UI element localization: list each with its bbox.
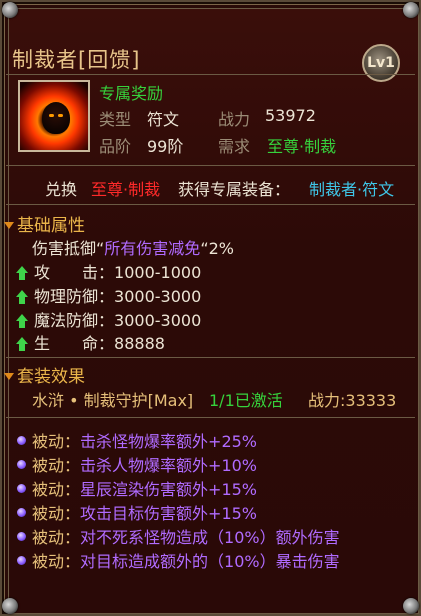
passive-tag: 被动： [32,432,81,451]
passive-tag: 被动： [32,504,81,523]
eye-icon [49,114,54,117]
passive-text: 击杀怪物爆率额外 [80,432,209,451]
passive-row: 被动：对不死系怪物造成（10%）额外伤害 [17,524,340,548]
passive-text: 攻击目标伤害额外 [80,504,209,523]
stat-row: 物理防御：3000-3000 [16,283,201,307]
gem-bullet-icon [17,436,26,445]
stat-value: 88888 [114,334,165,353]
triangle-icon [4,372,14,380]
item-name: 制裁者[回馈] [12,48,141,72]
passive-tag: 被动： [32,480,81,499]
corner-rivet-icon [2,2,18,18]
special-prefix: 伤害抵御“ [32,239,105,258]
triangle-icon [4,221,14,229]
passive-text: 击杀人物爆率额外 [80,456,209,475]
grade-value: 99阶 [147,137,184,156]
set-power: 战力:33333 [308,391,397,410]
passive-tag: 被动： [32,528,81,547]
upgrade-arrow-icon [16,289,28,304]
gem-bullet-icon [17,556,26,565]
stat-label: 生 命 [34,334,99,353]
passive-bonus: +15% [208,504,257,523]
exchange-prefix: 兑换 [45,180,78,199]
eye-icon [58,114,63,117]
passive-tag: 被动： [32,552,81,571]
divider [6,357,415,358]
corner-rivet-icon [403,2,419,18]
divider [6,165,415,166]
special-attribute: 伤害抵御“所有伤害减免“2% [32,235,234,259]
stat-value: 3000-3000 [114,311,202,330]
upgrade-arrow-icon [16,336,28,351]
require-value: 至尊·制裁 [267,137,337,156]
power-value: 53972 [265,106,316,125]
passive-row: 被动：击杀怪物爆率额外+25% [17,428,257,452]
set-activated: 1/1已激活 [209,391,283,410]
level-badge: Lv1 [362,44,400,82]
section-title: 套装效果 [17,367,85,387]
demon-head-icon [42,102,70,134]
passive-row: 被动：星辰渲染伤害额外+15% [17,476,257,500]
item-icon [18,80,90,152]
gem-bullet-icon [17,532,26,541]
base-attributes-header: 基础属性 [4,211,85,236]
corner-rivet-icon [403,598,419,614]
upgrade-arrow-icon [16,265,28,280]
type-value: 符文 [147,110,180,129]
exchange-middle: 获得专属装备： [178,180,291,199]
passive-row: 被动：攻击目标伤害额外+15% [17,500,257,524]
type-label: 类型 [99,110,132,129]
stat-label: 攻 击 [34,263,99,282]
divider [6,204,415,205]
stat-value: 3000-3000 [114,287,202,306]
power-label: 战力 [218,110,251,129]
stat-row: 攻 击：1000-1000 [16,259,201,283]
stat-value: 1000-1000 [114,263,202,282]
stat-row: 生 命：88888 [16,330,165,354]
passive-text: 星辰渲染伤害额外 [80,480,209,499]
special-suffix: “2% [200,239,234,258]
reward-tag: 专属奖励 [99,84,164,103]
section-title: 基础属性 [17,216,85,236]
passive-bonus: +15% [208,480,257,499]
passive-tag: 被动： [32,456,81,475]
special-name: 所有伤害减免 [104,239,201,258]
divider [6,417,415,418]
passive-bonus: +10% [208,456,257,475]
stat-label: 物理防御 [34,287,99,306]
grade-label: 品阶 [99,137,132,156]
stat-label: 魔法防御 [34,311,99,330]
passive-bonus: +25% [208,432,257,451]
gem-bullet-icon [17,460,26,469]
divider [6,74,415,75]
require-label: 需求 [218,137,251,156]
set-effect-header: 套装效果 [4,362,85,387]
gem-bullet-icon [17,508,26,517]
passive-text: 对目标造成额外的（10%）暴击伤害 [80,552,340,571]
passive-row: 被动：对目标造成额外的（10%）暴击伤害 [17,548,340,572]
upgrade-arrow-icon [16,313,28,328]
set-name: 水浒 • 制裁守护[Max] [32,391,194,410]
passive-text: 对不死系怪物造成（10%）额外伤害 [80,528,340,547]
corner-rivet-icon [2,598,18,614]
exchange-source: 至尊·制裁 [91,180,161,199]
stat-row: 魔法防御：3000-3000 [16,307,201,331]
passive-row: 被动：击杀人物爆率额外+10% [17,452,257,476]
gem-bullet-icon [17,484,26,493]
exchange-target: 制裁者·符文 [309,180,395,199]
